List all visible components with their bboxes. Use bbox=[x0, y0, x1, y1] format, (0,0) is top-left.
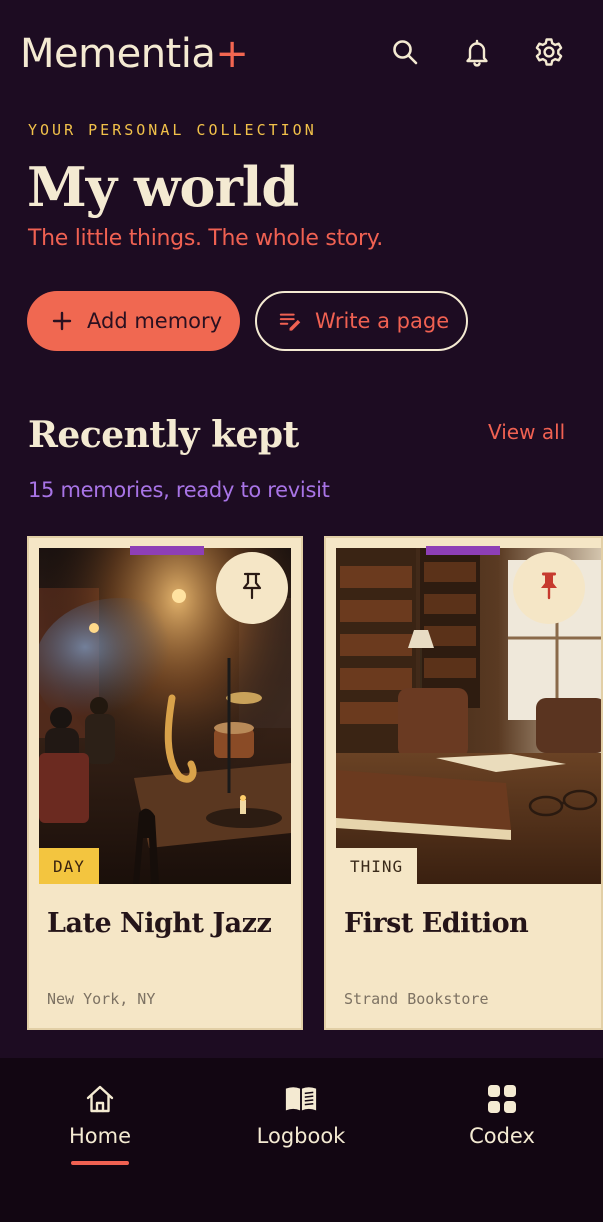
section-subtitle: 15 memories, ready to revisit bbox=[28, 478, 330, 502]
logo-plus: + bbox=[215, 31, 249, 77]
card-location: Strand Bookstore bbox=[344, 990, 489, 1008]
add-memory-label: Add memory bbox=[87, 309, 223, 333]
tape-decoration bbox=[426, 546, 500, 555]
view-all-link[interactable]: View all bbox=[488, 420, 565, 444]
memory-card[interactable]: DAY Late Night Jazz New York, NY bbox=[27, 536, 303, 1030]
pin-button[interactable] bbox=[216, 552, 288, 624]
page-subtitle: The little things. The whole story. bbox=[28, 226, 383, 251]
active-indicator bbox=[71, 1161, 129, 1165]
collection-eyebrow: YOUR PERSONAL COLLECTION bbox=[28, 121, 317, 139]
nav-item-home[interactable]: Home bbox=[30, 1080, 170, 1170]
add-memory-button[interactable]: Add memory bbox=[27, 291, 240, 351]
bottom-nav: Home Logbook Codex bbox=[0, 1058, 603, 1222]
nav-item-logbook[interactable]: Logbook bbox=[231, 1080, 371, 1170]
tape-decoration bbox=[130, 546, 204, 555]
bell-icon[interactable] bbox=[459, 34, 495, 70]
search-icon[interactable] bbox=[387, 34, 423, 70]
memory-card[interactable]: THING First Edition Strand Bookstore bbox=[324, 536, 603, 1030]
write-page-label: Write a page bbox=[315, 309, 450, 333]
write-page-button[interactable]: Write a page bbox=[255, 291, 468, 351]
card-title: First Edition bbox=[344, 908, 529, 939]
plus-icon bbox=[51, 310, 73, 332]
card-title: Late Night Jazz bbox=[47, 908, 272, 939]
edit-note-icon bbox=[279, 310, 301, 332]
card-location: New York, NY bbox=[47, 990, 156, 1008]
gear-icon[interactable] bbox=[531, 34, 567, 70]
pin-outline-icon bbox=[239, 571, 265, 605]
nav-item-codex[interactable]: Codex bbox=[432, 1080, 572, 1170]
page-title: My world bbox=[27, 155, 299, 219]
category-tag: DAY bbox=[39, 848, 99, 884]
nav-label: Codex bbox=[469, 1124, 535, 1148]
home-icon bbox=[83, 1082, 117, 1116]
section-title: Recently kept bbox=[28, 414, 299, 456]
pin-button[interactable] bbox=[513, 552, 585, 624]
grid-icon bbox=[485, 1082, 519, 1116]
book-icon bbox=[284, 1082, 318, 1116]
nav-label: Home bbox=[68, 1124, 131, 1148]
pin-filled-icon bbox=[536, 571, 562, 605]
category-tag: THING bbox=[336, 848, 418, 884]
app-logo[interactable]: Mementia+ bbox=[20, 28, 249, 80]
logo-text: Mementia bbox=[20, 31, 216, 77]
nav-label: Logbook bbox=[256, 1124, 346, 1148]
app-header: Mementia+ bbox=[0, 0, 603, 100]
